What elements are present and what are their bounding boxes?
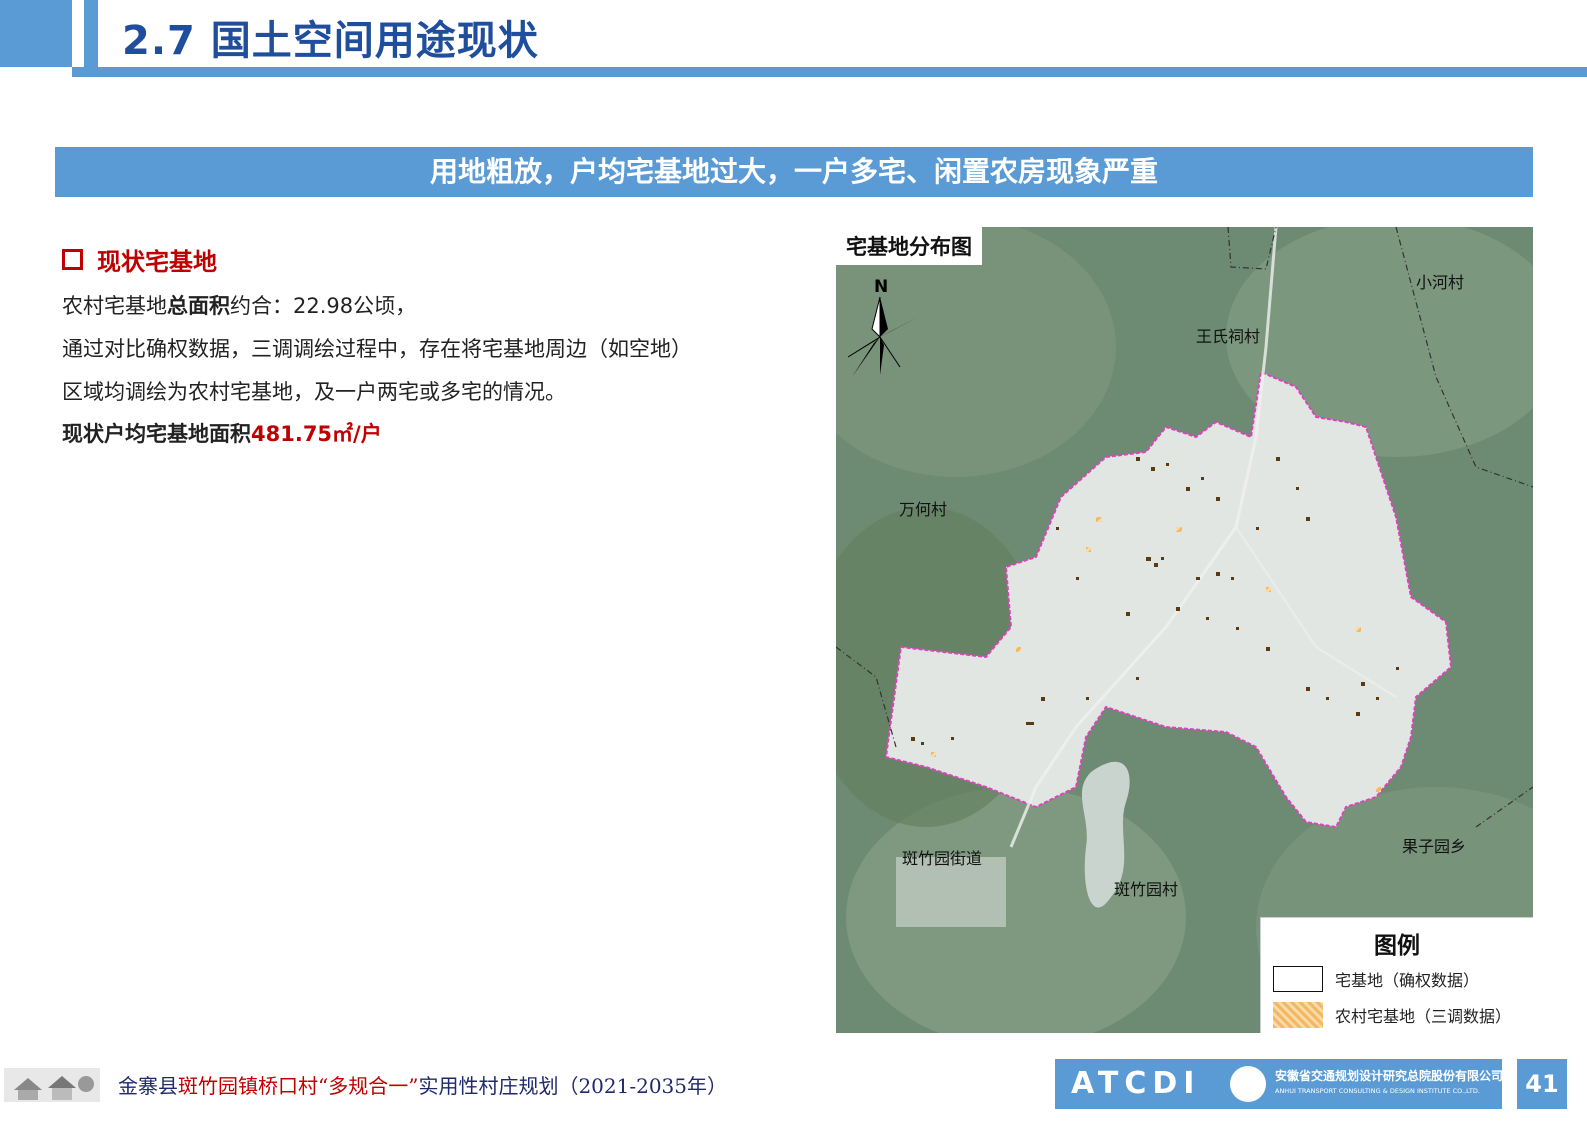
company-name-cn: 安徽省交通规划设计研究总院股份有限公司 (1275, 1069, 1504, 1083)
legend-label: 农村宅基地（三调数据） (1335, 1007, 1512, 1026)
text-span: 农村宅基地 (62, 294, 167, 318)
place-label: 斑竹园村 (1114, 880, 1179, 899)
header-accent-bar-thin (84, 0, 98, 67)
section-heading-text: 现状宅基地 (97, 248, 217, 276)
legend-label: 宅基地（确权数据） (1335, 971, 1480, 990)
village-sketch-icon (4, 1068, 100, 1102)
legend-title: 图例 (1374, 933, 1420, 959)
place-label: 斑竹园街道 (902, 849, 983, 868)
text-span-bold: 总面积 (167, 294, 230, 318)
paragraph-comparison: 通过对比确权数据，三调调绘过程中，存在将宅基地周边（如空地） (62, 337, 692, 361)
header-underline (72, 67, 1587, 77)
paragraph-situation: 区域均调绘为农村宅基地，及一户两宅或多宅的情况。 (62, 380, 566, 404)
map-canvas: N (836, 227, 1533, 1033)
average-area-value: 481.75㎡/户 (251, 422, 382, 446)
place-label: 王氏祠村 (1196, 327, 1261, 346)
page-number: 41 (1517, 1059, 1567, 1109)
text-span: 金寨县 (118, 1074, 178, 1098)
checkbox-square-icon (62, 249, 83, 270)
logo-wordmark: ATCDI (1071, 1066, 1201, 1101)
map-title: 宅基地分布图 (836, 227, 982, 265)
place-label: 万何村 (899, 500, 948, 519)
homestead-distribution-map: N 宅基地分布图 小河村 王氏祠村 万何村 果子园乡 斑竹园街道 斑竹园村 图例… (836, 227, 1533, 1033)
key-message-banner: 用地粗放，户均宅基地过大，一户多宅、闲置农房现象严重 (55, 147, 1533, 197)
legend-item: 宅基地（确权数据） (1273, 966, 1479, 992)
legend-item: 农村宅基地（三调数据） (1273, 1002, 1511, 1028)
section-heading: 现状宅基地 (62, 242, 217, 277)
text-span: 约合：22.98公顷， (230, 294, 417, 318)
text-span: 现状户均宅基地面积 (62, 422, 251, 446)
place-label: 果子园乡 (1402, 837, 1467, 856)
company-name-en: ANHUI TRANSPORT CONSULTING & DESIGN INST… (1275, 1087, 1480, 1095)
legend-swatch-hatched (1273, 1002, 1323, 1028)
map-legend: 图例 宅基地（确权数据） 农村宅基地（三调数据） (1260, 917, 1533, 1033)
legend-swatch-outline (1273, 966, 1323, 992)
company-logo: ATCDI 安徽省交通规划设计研究总院股份有限公司 ANHUI TRANSPOR… (1055, 1059, 1504, 1109)
plan-title: 金寨县斑竹园镇桥口村“多规合一”实用性村庄规划（2021-2035年） (118, 1070, 727, 1099)
header-accent-bar (0, 0, 72, 67)
north-label: N (874, 277, 888, 297)
text-span-red: 斑竹园镇桥口村“多规合一” (178, 1074, 419, 1098)
place-label: 小河村 (1416, 273, 1465, 292)
wave-logo-icon (1230, 1066, 1266, 1102)
text-span: 实用性村庄规划（2021-2035年） (418, 1074, 728, 1098)
paragraph-total-area: 农村宅基地总面积约合：22.98公顷， (62, 290, 416, 320)
page-title: 2.7 国土空间用途现状 (122, 18, 539, 64)
paragraph-average-area: 现状户均宅基地面积481.75㎡/户 (62, 418, 382, 448)
